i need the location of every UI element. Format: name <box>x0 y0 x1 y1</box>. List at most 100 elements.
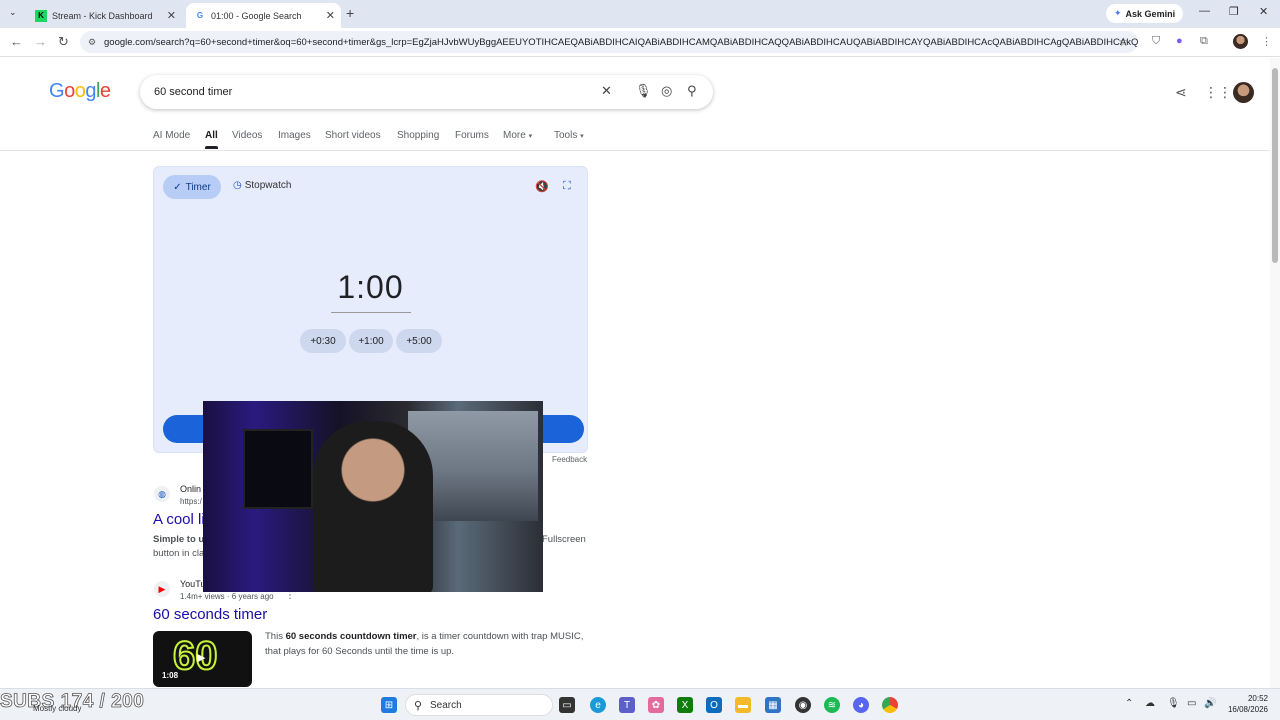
stopwatch-chip-label: Stopwatch <box>244 180 292 191</box>
puzzle-extensions-icon[interactable]: ⧉ <box>1200 35 1208 48</box>
discord-icon[interactable]: ◕ <box>853 697 869 713</box>
fullscreen-icon[interactable]: ⛶ <box>563 180 571 193</box>
menu-kebab-icon[interactable]: ⋮ <box>1261 35 1272 48</box>
tab-more[interactable]: More ▾ <box>503 130 532 141</box>
tab-ai-mode[interactable]: AI Mode <box>153 130 190 141</box>
tab-kick-dashboard[interactable]: K Stream - Kick Dashboard ✕ <box>27 3 182 28</box>
teams-icon[interactable]: T <box>619 697 635 713</box>
scrollbar-thumb[interactable] <box>1272 68 1278 263</box>
mute-icon[interactable]: 🔇 <box>535 180 549 193</box>
stopwatch-mode-chip[interactable]: ◷ Stopwatch <box>233 180 291 191</box>
globe-icon: ◍ <box>154 486 170 502</box>
page-scrollbar[interactable] <box>1270 58 1280 688</box>
snippet-line2: that plays for 60 Seconds until the time… <box>265 646 455 657</box>
store-icon[interactable]: ▦ <box>765 697 781 713</box>
clear-icon[interactable]: ✕ <box>601 83 612 99</box>
spotify-icon[interactable]: ≋ <box>824 697 840 713</box>
browser-toolbar: ← → ↻ ⚙ google.com/search?q=60+second+ti… <box>0 28 1280 57</box>
apps-grid-icon[interactable]: ⋮⋮ <box>1204 84 1232 101</box>
tab-forums[interactable]: Forums <box>455 130 489 141</box>
close-tab-icon[interactable]: ✕ <box>167 9 176 22</box>
task-view-icon[interactable]: ▭ <box>559 697 575 713</box>
google-logo[interactable]: Google <box>49 80 111 103</box>
taskbar-search[interactable]: ⚲ Search <box>405 694 553 716</box>
search-input[interactable]: 60 second timer <box>154 86 232 98</box>
result-snippet-line2: button in cla <box>153 548 205 559</box>
tab-title: 01:00 - Google Search <box>211 10 302 21</box>
tab-shopping[interactable]: Shopping <box>397 130 439 141</box>
taskbar-search-label: Search <box>430 699 462 711</box>
snippet-pre: This <box>265 631 286 642</box>
tab-short-videos[interactable]: Short videos <box>325 130 381 141</box>
search-box[interactable]: 60 second timer ✕ 🎙 ◎ ⚲ <box>140 75 713 109</box>
outlook-icon[interactable]: O <box>706 697 722 713</box>
minimize-icon[interactable]: — <box>1199 5 1210 17</box>
lens-icon[interactable]: ◎ <box>661 83 672 99</box>
chrome-icon[interactable] <box>882 697 898 713</box>
search-tabs: AI Mode All Videos Images Short videos S… <box>0 127 1280 151</box>
reload-icon[interactable]: ↻ <box>58 34 69 50</box>
new-tab-button[interactable]: + <box>346 5 354 21</box>
system-clock[interactable]: 20:52 16/08/2026 <box>1224 693 1268 715</box>
result-title[interactable]: A cool li <box>153 511 205 528</box>
edge-icon[interactable]: e <box>590 697 606 713</box>
extension-icon[interactable]: ● <box>1176 35 1183 47</box>
result-snippet-bold: Simple to u <box>153 534 205 545</box>
timer-time-display[interactable]: 1:00 <box>154 269 587 306</box>
result-snippet-tail: Fullscreen <box>542 534 586 545</box>
gemini-icon: ✦ <box>1114 8 1122 18</box>
windows-start-icon[interactable]: ⊞ <box>381 697 397 713</box>
video-thumbnail[interactable]: 60 ▶ 1:08 <box>153 631 252 687</box>
tab-all[interactable]: All <box>205 130 218 149</box>
address-url: google.com/search?q=60+second+timer&oq=6… <box>104 36 1138 48</box>
play-icon: ▶ <box>197 652 206 664</box>
search-icon[interactable]: ⚲ <box>687 83 697 99</box>
close-tab-icon[interactable]: ✕ <box>326 9 335 22</box>
back-icon[interactable]: ← <box>10 34 23 49</box>
search-icon: ⚲ <box>414 699 423 712</box>
mic-tray-icon[interactable]: 🎙 <box>1167 698 1180 709</box>
add-30s-button[interactable]: +0:30 <box>300 329 346 353</box>
result-title[interactable]: 60 seconds timer <box>153 606 267 623</box>
webcam-overlay <box>203 401 543 592</box>
tab-google-search[interactable]: G 01:00 - Google Search ✕ <box>186 3 341 28</box>
network-icon[interactable]: ▭ <box>1187 698 1196 709</box>
clock-time: 20:52 <box>1247 694 1268 703</box>
result-source[interactable]: YouTu <box>180 579 205 589</box>
close-window-icon[interactable]: ✕ <box>1259 5 1268 18</box>
add-5m-button[interactable]: +5:00 <box>396 329 442 353</box>
weather-widget[interactable]: Mostly cloudy <box>33 704 81 713</box>
restore-icon[interactable]: ❐ <box>1229 5 1239 18</box>
timer-chip-label: Timer <box>185 181 211 193</box>
cloud-icon[interactable]: ☁ <box>1145 698 1155 709</box>
share-icon[interactable]: ⋖ <box>1175 84 1187 101</box>
microphone-icon[interactable]: 🎙 <box>635 83 652 99</box>
result-url[interactable]: https:/ <box>180 497 202 506</box>
forward-icon[interactable]: → <box>34 34 47 49</box>
tab-search-chevron-icon[interactable]: ⌄ <box>9 7 17 18</box>
tray-chevron-icon[interactable]: ⌃ <box>1125 698 1133 709</box>
result-source[interactable]: Onlin <box>180 484 201 494</box>
feedback-link[interactable]: Feedback <box>552 455 587 464</box>
obs-icon[interactable]: ◉ <box>795 697 811 713</box>
check-icon: ✓ <box>173 181 182 193</box>
file-explorer-icon[interactable]: ▬ <box>735 697 751 713</box>
account-avatar[interactable] <box>1233 82 1254 103</box>
tab-videos[interactable]: Videos <box>232 130 262 141</box>
volume-icon[interactable]: 🔊 <box>1204 698 1216 709</box>
add-1m-button[interactable]: +1:00 <box>349 329 393 353</box>
result-meta: 1.4m+ views · 6 years ago <box>180 592 274 601</box>
timer-mode-chip[interactable]: ✓ Timer <box>163 175 221 199</box>
youtube-icon: ▶ <box>154 581 170 597</box>
tab-tools-label: Tools <box>554 130 578 141</box>
tab-images[interactable]: Images <box>278 130 311 141</box>
address-bar[interactable]: ⚙ google.com/search?q=60+second+timer&oq… <box>80 31 1138 53</box>
bookmark-star-icon[interactable]: ☆ <box>1118 35 1129 49</box>
xbox-icon[interactable]: X <box>677 697 693 713</box>
tab-tools[interactable]: Tools ▾ <box>554 130 584 141</box>
shield-extension-icon[interactable]: ⛉ <box>1152 35 1160 48</box>
profile-avatar[interactable] <box>1233 34 1248 49</box>
ask-gemini-button[interactable]: ✦ Ask Gemini <box>1106 4 1184 23</box>
copilot-icon[interactable]: ✿ <box>648 697 664 713</box>
site-info-icon[interactable]: ⚙ <box>88 37 96 48</box>
